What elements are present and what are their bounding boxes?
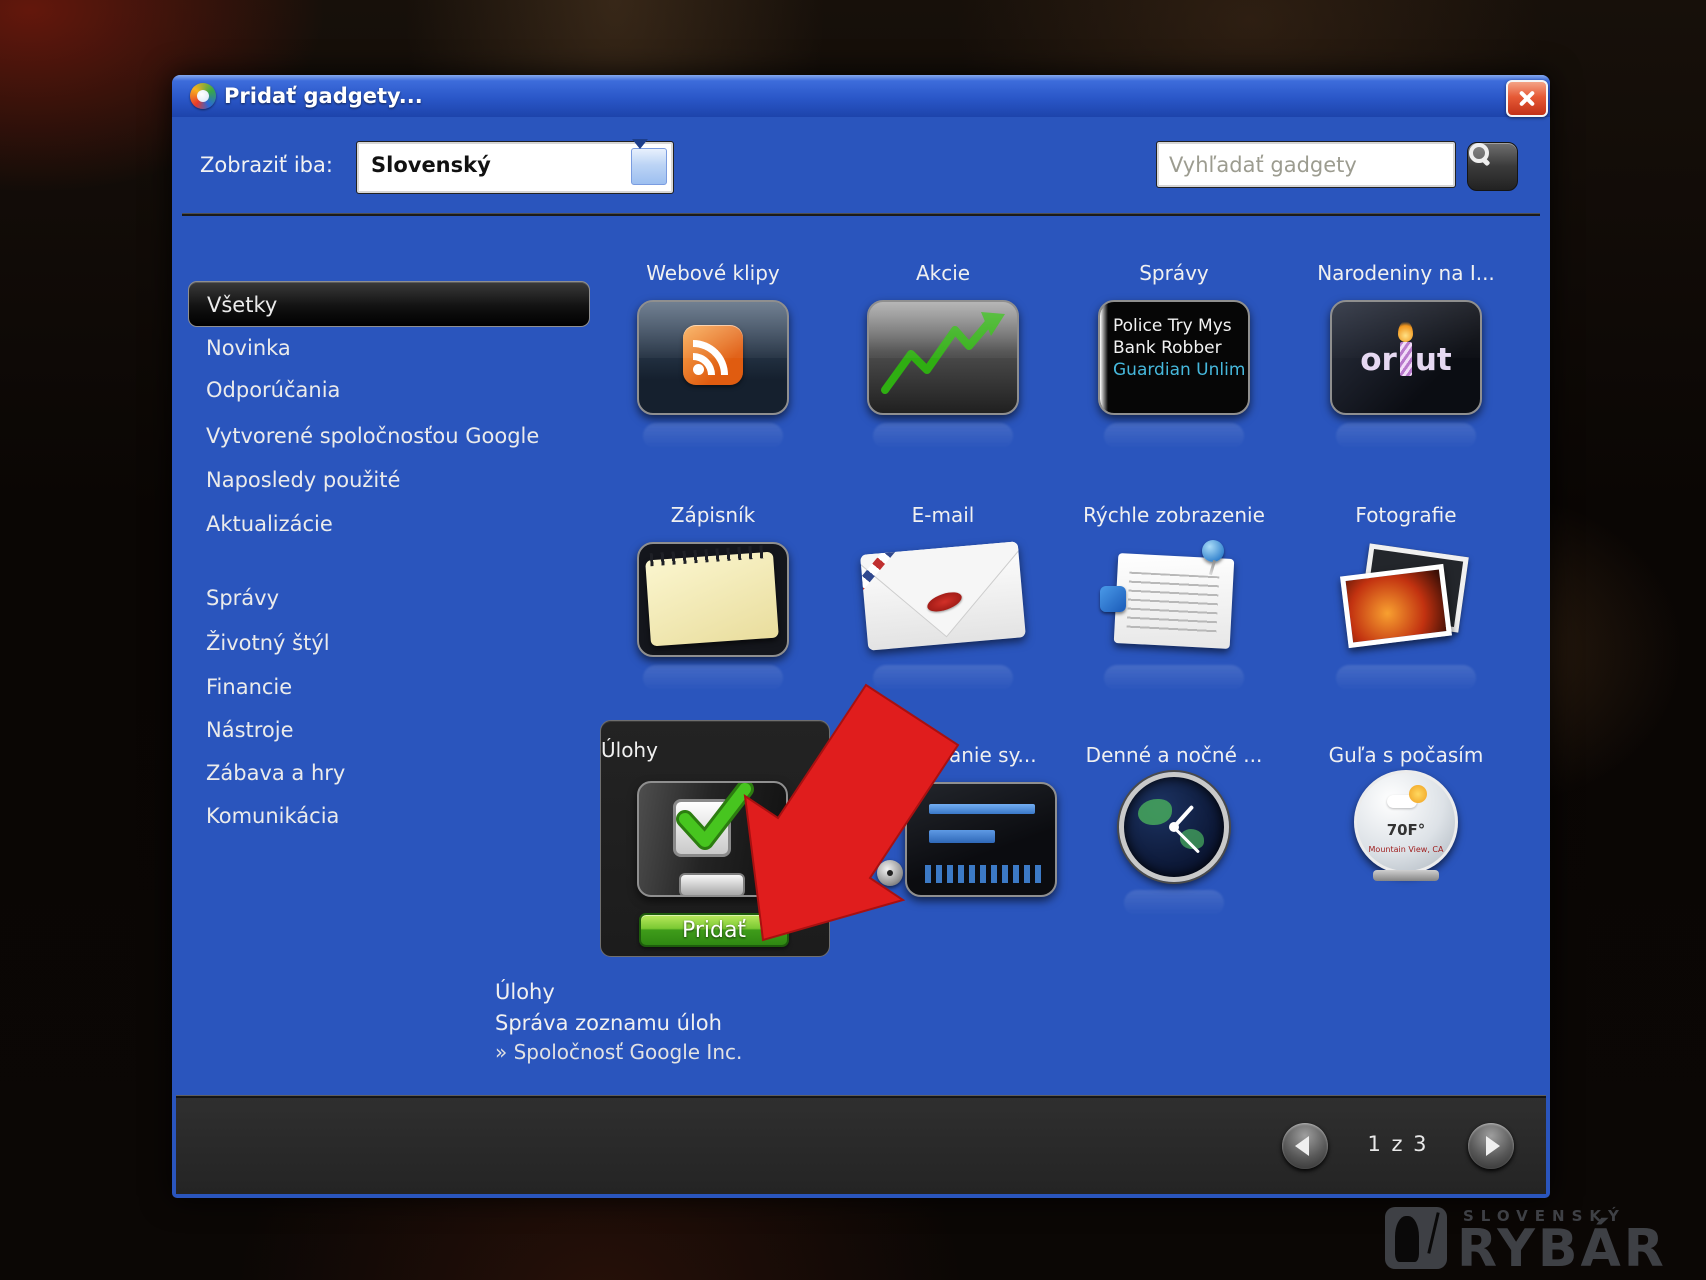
sidebar-item-finance[interactable]: Financie [188, 665, 590, 709]
google-desktop-icon [190, 83, 216, 109]
spiral-paper [645, 552, 779, 647]
gadget-label: Úlohy [601, 737, 829, 763]
gadget-cell-news[interactable]: Správy Police Try Mys Bank Robber Guardi… [1074, 260, 1274, 449]
news-headline: Police Try Mys [1113, 315, 1248, 337]
orkut-candle-icon[interactable]: orut [1330, 300, 1482, 415]
gadget-cell-notepad[interactable]: Zápisník [613, 502, 813, 691]
header-separator [182, 213, 1540, 216]
tasks-checkmark-icon[interactable] [637, 781, 788, 897]
tile-reflection [1336, 665, 1476, 691]
news-thumbnail[interactable]: Police Try Mys Bank Robber Guardian Unli… [1098, 300, 1250, 415]
gadget-label: Narodeniny na I... [1306, 260, 1506, 286]
sidebar-item-by-google[interactable]: Vytvorené spoločnosťou Google [188, 414, 590, 458]
close-button[interactable] [1506, 80, 1548, 117]
photos-icon[interactable] [1330, 542, 1482, 657]
document-pin-icon[interactable] [1098, 542, 1250, 657]
gadget-cell-email[interactable]: E-mail [843, 502, 1043, 691]
gadget-label: Správy [1074, 260, 1274, 286]
tile-reflection [1104, 423, 1244, 449]
disc-icon [877, 860, 903, 886]
gadget-cell-stocks[interactable]: Akcie [843, 260, 1043, 449]
gadget-cell-weather-globe[interactable]: Guľa s počasím 70F° Mountain View, CA [1306, 742, 1506, 881]
gadget-description-title: Úlohy [495, 980, 555, 1004]
tile-reflection [1336, 423, 1476, 449]
gadget-label: Guľa s počasím [1306, 742, 1506, 768]
dialog-titlebar[interactable]: Pridať gadgety... [172, 75, 1550, 117]
tile-reflection [643, 665, 783, 691]
sidebar-item-all[interactable]: Všetky [188, 281, 590, 327]
dropdown-button[interactable] [631, 148, 667, 185]
rss-webclips-icon[interactable] [637, 300, 789, 415]
add-gadgets-dialog: Pridať gadgety... Zobraziť iba: Slovensk… [172, 75, 1550, 1198]
gadget-cell-photos[interactable]: Fotografie [1306, 502, 1506, 691]
news-headline: Bank Robber [1113, 337, 1248, 359]
gadget-cell-day-night-clock[interactable]: Denné a nočné ... [1074, 742, 1274, 916]
fisherman-logo [1385, 1207, 1447, 1269]
selected-gadget-card-tasks[interactable]: Úlohy Pridať [600, 720, 830, 957]
gadget-cell-quickview[interactable]: Rýchle zobrazenie [1074, 502, 1274, 691]
gadget-vendor-link[interactable]: » Spoločnosť Google Inc. [495, 1040, 742, 1064]
quickview-logo [1100, 586, 1126, 612]
sidebar-item-fun-games[interactable]: Zábava a hry [188, 751, 590, 795]
search-input[interactable] [1157, 142, 1455, 187]
gadget-label: Denné a nočné ... [1074, 742, 1274, 768]
tile-reflection [1104, 665, 1244, 691]
system-monitor-icon[interactable] [905, 782, 1057, 897]
stock-chart-icon[interactable] [867, 300, 1019, 415]
prev-page-button[interactable] [1282, 1123, 1328, 1169]
gadget-label: Webové klipy [613, 260, 813, 286]
news-source-link: Guardian Unlim [1113, 359, 1248, 381]
equalizer-bars [925, 865, 1045, 883]
sidebar-item-updates[interactable]: Aktualizácie [188, 502, 590, 546]
gadget-label: Fotografie [1306, 502, 1506, 528]
language-dropdown-value: Slovenský [371, 153, 491, 177]
language-dropdown[interactable]: Slovenský [357, 142, 673, 193]
gadget-label: Rýchle zobrazenie [1074, 502, 1274, 528]
document-page [1114, 553, 1235, 649]
gadget-cell-system-monitor[interactable]: Monitorovanie sy... [843, 742, 1043, 897]
paper-tray [679, 873, 745, 897]
sidebar-item-recommendations[interactable]: Odporúčania [188, 368, 590, 412]
tile-reflection [1124, 890, 1224, 916]
watermark: SLOVENSKÝ RYBÁR [1385, 1205, 1700, 1275]
tile-reflection [873, 665, 1013, 691]
clock-icon[interactable] [1119, 772, 1229, 882]
checkmark-icon [673, 781, 757, 853]
desktop-background: Pridať gadgety... Zobraziť iba: Slovensk… [0, 0, 1706, 1280]
tile-reflection [643, 423, 783, 449]
gadget-cell-orkut-birthdays[interactable]: Narodeniny na I... orut [1306, 260, 1506, 449]
chevron-down-icon [632, 139, 648, 168]
gadget-label: Monitorovanie sy... [843, 742, 1043, 768]
temperature-label: 70F° [1357, 821, 1455, 839]
envelope-icon[interactable] [867, 542, 1019, 657]
dialog-title: Pridať gadgety... [224, 84, 423, 108]
notepad-icon[interactable] [637, 542, 789, 657]
sidebar-item-lifestyle[interactable]: Životný štýl [188, 621, 590, 665]
filter-label: Zobraziť iba: [200, 153, 333, 177]
add-gadget-button[interactable]: Pridať [639, 913, 789, 947]
sidebar-item-news[interactable]: Správy [188, 576, 590, 620]
gadget-cell-webclips[interactable]: Webové klipy [613, 260, 813, 449]
location-label: Mountain View, CA [1357, 845, 1455, 854]
sidebar-item-new[interactable]: Novinka [188, 326, 590, 370]
tile-reflection [873, 423, 1013, 449]
page-indicator: 1 z 3 [1328, 1132, 1468, 1156]
sidebar-item-recently-used[interactable]: Naposledy použité [188, 458, 590, 502]
sidebar-item-communication[interactable]: Komunikácia [188, 794, 590, 838]
arrow-right-icon [1486, 1136, 1500, 1156]
arrow-left-icon [1295, 1136, 1309, 1156]
weather-globe-icon[interactable]: 70F° Mountain View, CA [1354, 770, 1458, 874]
gadget-description-subtitle: Správa zoznamu úloh [495, 1011, 722, 1035]
gadget-label: E-mail [843, 502, 1043, 528]
gadget-label: Akcie [843, 260, 1043, 286]
next-page-button[interactable] [1468, 1123, 1514, 1169]
gadget-label: Zápisník [613, 502, 813, 528]
watermark-bottom-text: RYBÁR [1457, 1219, 1667, 1279]
sun-icon [1409, 785, 1427, 803]
pushpin-icon [1202, 540, 1224, 562]
sidebar-item-tools[interactable]: Nástroje [188, 708, 590, 752]
search-button[interactable] [1467, 142, 1518, 191]
globe-base [1373, 870, 1439, 881]
